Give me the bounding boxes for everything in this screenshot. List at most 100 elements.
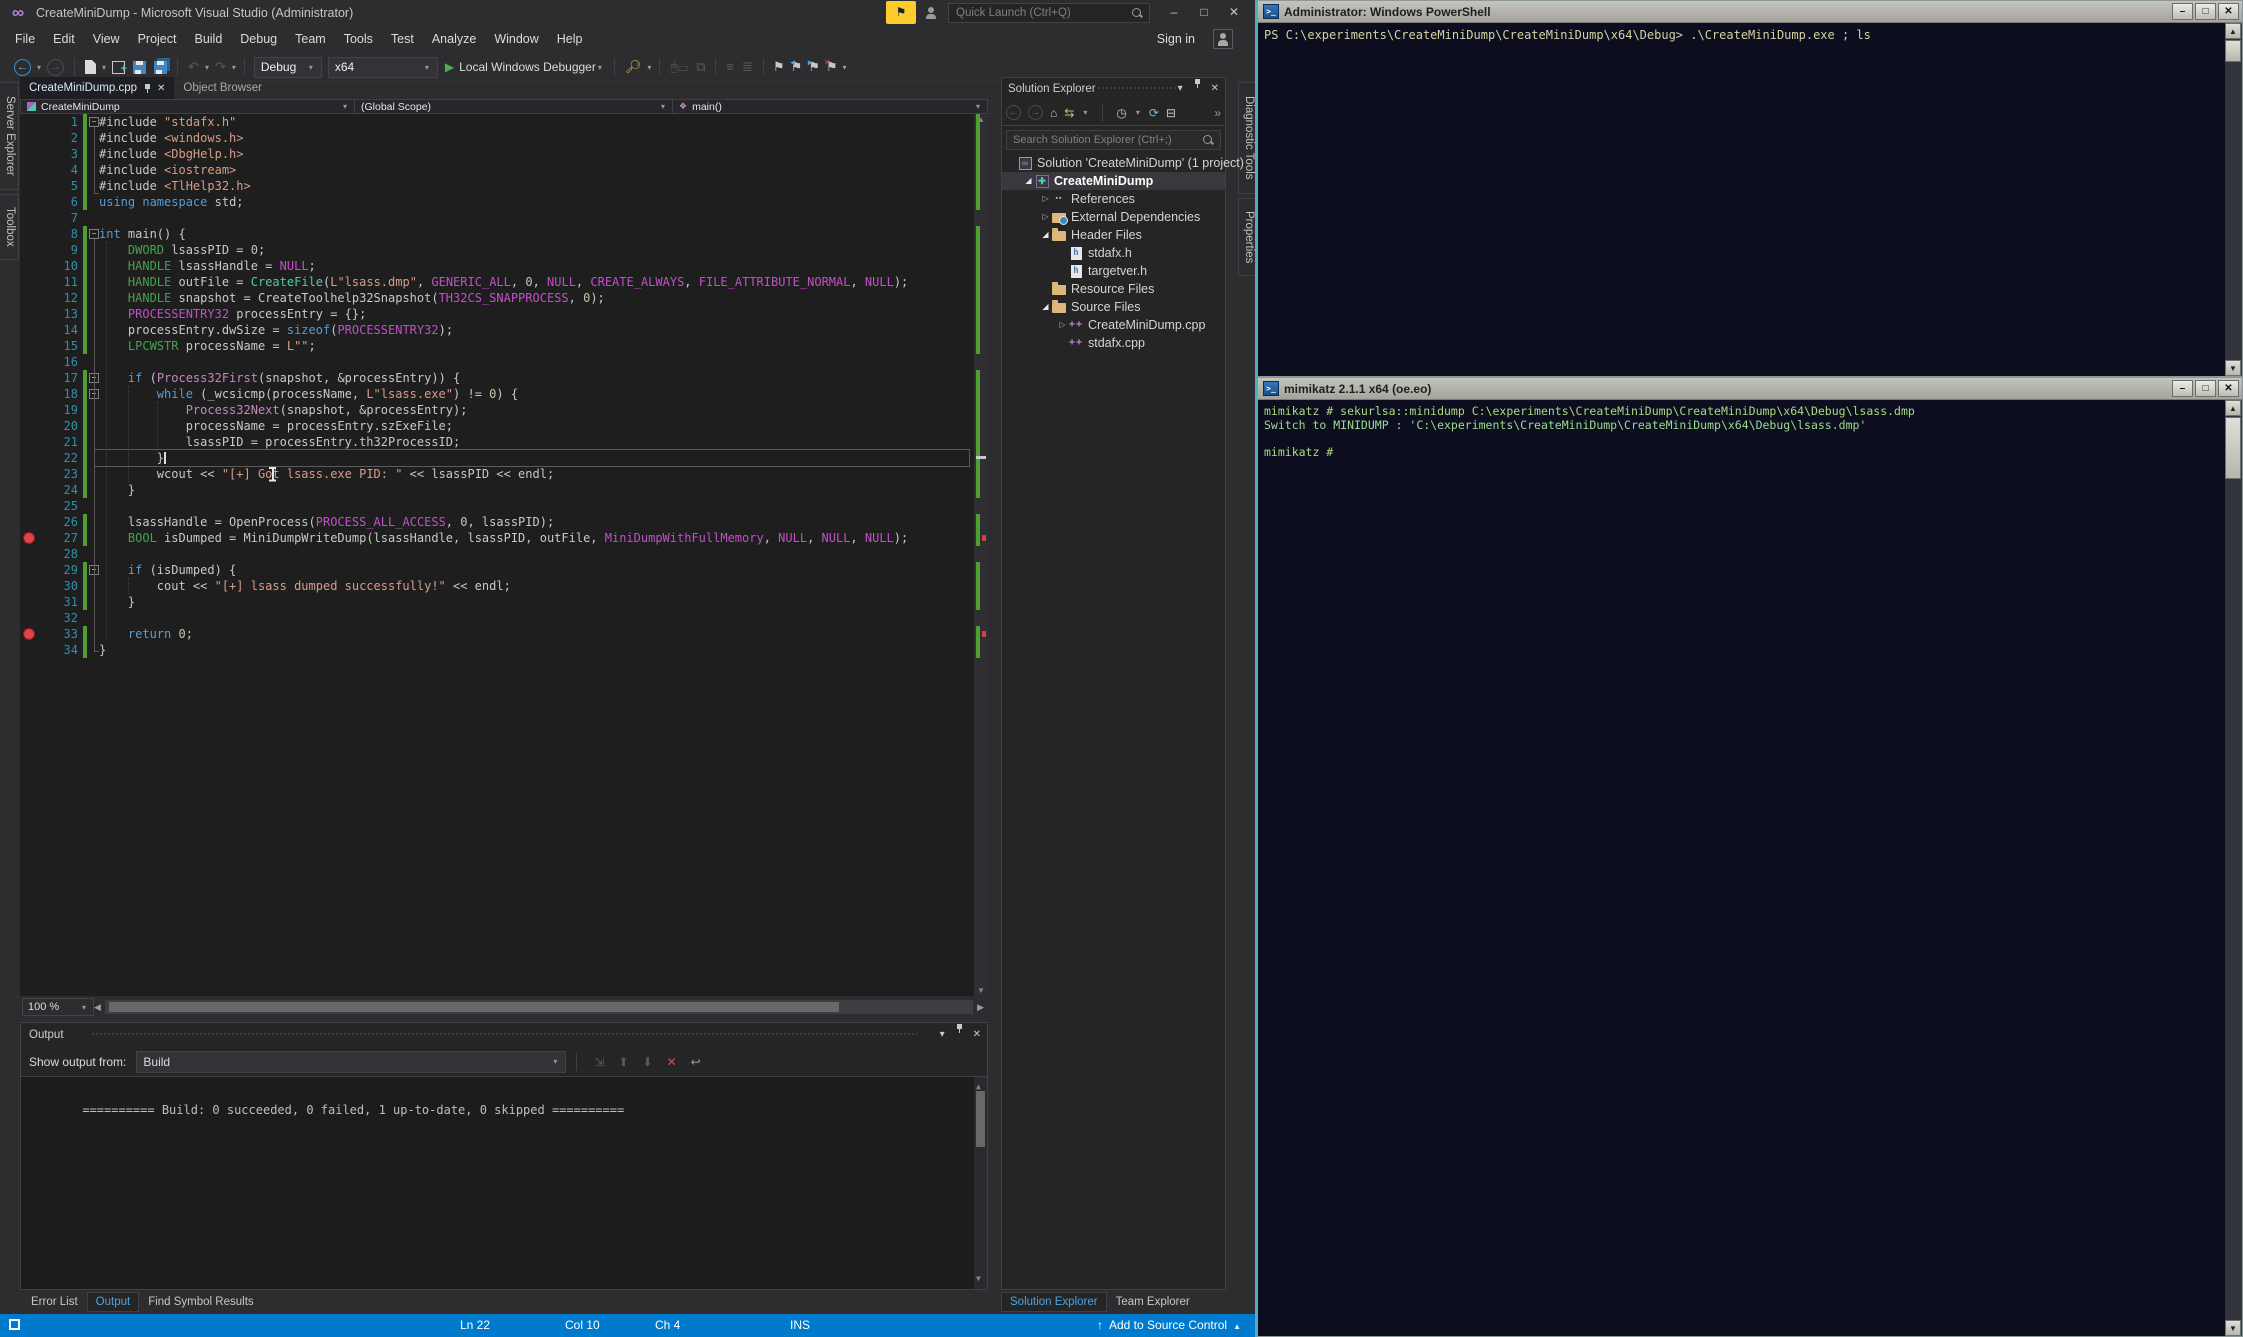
chevron-down-icon[interactable]: ▾ — [647, 63, 651, 72]
breakpoint-margin[interactable] — [20, 242, 38, 258]
redo-icon[interactable]: ↷ — [215, 58, 226, 76]
code-line[interactable]: 16 — [20, 354, 988, 370]
code-line[interactable]: 4#include <iostream> — [20, 162, 988, 178]
code-line[interactable]: 33 return 0; — [20, 626, 988, 642]
breakpoint-margin[interactable] — [20, 354, 38, 370]
breakpoint-margin[interactable] — [20, 194, 38, 210]
breakpoint-margin[interactable] — [20, 498, 38, 514]
document-tab[interactable]: CreateMiniDump.cpp✕ — [20, 77, 174, 99]
scrollbar-thumb[interactable] — [2225, 417, 2241, 479]
close-icon[interactable]: ✕ — [157, 83, 165, 94]
menu-project[interactable]: Project — [129, 27, 186, 51]
code-line[interactable]: 11 HANDLE outFile = CreateFile(L"lsass.d… — [20, 274, 988, 290]
breakpoint-margin[interactable] — [20, 642, 38, 658]
chevron-down-icon[interactable]: ▾ — [37, 63, 41, 72]
expand-icon[interactable]: ▷ — [1057, 316, 1068, 334]
scroll-down-icon[interactable]: ▼ — [2225, 1320, 2241, 1336]
editor-horizontal-scrollbar[interactable] — [105, 1000, 973, 1014]
quick-launch-input[interactable]: Quick Launch (Ctrl+Q) — [948, 3, 1150, 23]
tree-item-solution-createminidump-1-project[interactable]: ∞Solution 'CreateMiniDump' (1 project) — [1002, 154, 1225, 172]
breakpoint-margin[interactable] — [20, 114, 38, 130]
sidebar-tab-server-explorer[interactable]: Server Explorer — [0, 82, 19, 190]
code-line[interactable]: 10 HANDLE lsassHandle = NULL; — [20, 258, 988, 274]
code-line[interactable]: 26 lsassHandle = OpenProcess(PROCESS_ALL… — [20, 514, 988, 530]
powershell-content[interactable]: PS C:\experiments\CreateMiniDump\CreateM… — [1258, 23, 2225, 376]
collapse-icon[interactable]: ◢ — [1040, 298, 1051, 316]
previous-bookmark-icon[interactable]: ⚑◄ — [791, 59, 803, 75]
output-source-dropdown[interactable]: Build▾ — [136, 1051, 566, 1073]
tree-item-createminidump-cpp[interactable]: ▷++CreateMiniDump.cpp — [1002, 316, 1225, 334]
breakpoint-margin[interactable] — [20, 546, 38, 562]
find-in-files-icon[interactable]: 🔎︎ — [625, 58, 642, 76]
menu-debug[interactable]: Debug — [231, 27, 286, 51]
panel-tab-error-list[interactable]: Error List — [22, 1292, 87, 1312]
editor-vertical-scrollbar[interactable]: ▲ ▼ — [974, 114, 988, 996]
window-position-icon[interactable]: ▾ — [1178, 78, 1183, 100]
close-button[interactable]: ✕ — [2218, 3, 2239, 20]
scrollbar-thumb[interactable] — [976, 1091, 985, 1147]
solution-platform-dropdown[interactable]: x64▾ — [328, 57, 438, 78]
tree-item-references[interactable]: ▷▪▪References — [1002, 190, 1225, 208]
pin-icon[interactable] — [143, 83, 151, 94]
code-line[interactable]: 28 — [20, 546, 988, 562]
expand-icon[interactable]: ▷ — [1040, 190, 1051, 208]
tree-item-targetver-h[interactable]: htargetver.h — [1002, 262, 1225, 280]
tree-item-stdafx-cpp[interactable]: ++stdafx.cpp — [1002, 334, 1225, 352]
code-line[interactable]: 2#include <windows.h> — [20, 130, 988, 146]
collapse-all-icon[interactable]: ⊟ — [1166, 106, 1176, 120]
breakpoint-margin[interactable] — [20, 418, 38, 434]
menu-analyze[interactable]: Analyze — [423, 27, 485, 51]
next-bookmark-icon[interactable]: ⚑► — [808, 59, 820, 75]
sign-in-link[interactable]: Sign in — [1157, 32, 1195, 46]
breakpoint-margin[interactable] — [20, 130, 38, 146]
project-dropdown[interactable]: CreateMiniDump▾ — [21, 100, 355, 113]
collapse-icon[interactable]: ◢ — [1040, 226, 1051, 244]
breakpoint-margin[interactable] — [20, 610, 38, 626]
collapse-icon[interactable]: ◢ — [1023, 172, 1034, 190]
breakpoint-margin[interactable] — [20, 450, 38, 466]
navigate-forward-icon[interactable]: → — [47, 59, 64, 76]
breakpoint-margin[interactable] — [20, 434, 38, 450]
notifications-flag-icon[interactable]: ⚑ — [886, 1, 916, 24]
code-line[interactable]: 31 } — [20, 594, 988, 610]
code-line[interactable]: 27 BOOL isDumped = MiniDumpWriteDump(lsa… — [20, 530, 988, 546]
breakpoint-margin[interactable] — [20, 274, 38, 290]
breakpoint-margin[interactable] — [20, 162, 38, 178]
sync-with-active-document-icon[interactable]: ⇆ — [1064, 106, 1074, 120]
code-line[interactable]: 25 — [20, 498, 988, 514]
minimize-button[interactable]: – — [2172, 380, 2193, 397]
breakpoint-icon[interactable] — [23, 532, 35, 544]
tree-item-resource-files[interactable]: Resource Files — [1002, 280, 1225, 298]
tree-item-createminidump[interactable]: ◢✚CreateMiniDump — [1002, 172, 1225, 190]
maximize-button[interactable]: □ — [1190, 0, 1218, 24]
breakpoint-margin[interactable] — [20, 466, 38, 482]
mimikatz-scrollbar[interactable]: ▲ ▼ — [2225, 400, 2242, 1336]
chevron-down-icon[interactable]: ▾ — [102, 63, 106, 72]
add-item-icon[interactable] — [112, 61, 125, 74]
title-bar[interactable]: ∞ CreateMiniDump - Microsoft Visual Stud… — [0, 0, 1255, 27]
panel-tab-output[interactable]: Output — [87, 1292, 140, 1312]
tree-item-external-dependencies[interactable]: ▷External Dependencies — [1002, 208, 1225, 226]
feedback-person-icon[interactable] — [925, 7, 937, 19]
code-line[interactable]: 32 — [20, 610, 988, 626]
breakpoint-icon[interactable] — [23, 628, 35, 640]
tree-item-source-files[interactable]: ◢Source Files — [1002, 298, 1225, 316]
code-line[interactable]: 18− while (_wcsicmp(processName, L"lsass… — [20, 386, 988, 402]
scrollbar-thumb[interactable] — [2225, 40, 2241, 62]
code-line[interactable]: 6using namespace std; — [20, 194, 988, 210]
add-to-source-control-button[interactable]: ↑Add to Source Control▲ — [1097, 1318, 1241, 1332]
scope-dropdown[interactable]: (Global Scope)▾ — [355, 100, 673, 113]
output-panel-header[interactable]: Output ▾ ✕ — [21, 1023, 987, 1047]
pin-icon[interactable] — [955, 1023, 963, 1034]
breakpoint-margin[interactable] — [20, 146, 38, 162]
breakpoint-margin[interactable] — [20, 594, 38, 610]
scroll-up-icon[interactable]: ▲ — [2225, 23, 2241, 39]
undo-icon[interactable]: ↶ — [188, 58, 199, 76]
member-dropdown[interactable]: ❖ main()▾ — [673, 100, 987, 113]
minimize-button[interactable]: – — [1160, 0, 1188, 24]
pending-changes-filter-icon[interactable]: ◷ — [1116, 106, 1126, 120]
clear-all-icon[interactable]: ✕ — [667, 1055, 677, 1069]
back-icon[interactable]: ← — [1006, 105, 1021, 120]
breakpoint-margin[interactable] — [20, 258, 38, 274]
clear-bookmarks-icon[interactable]: ⚑✕ — [826, 59, 838, 75]
